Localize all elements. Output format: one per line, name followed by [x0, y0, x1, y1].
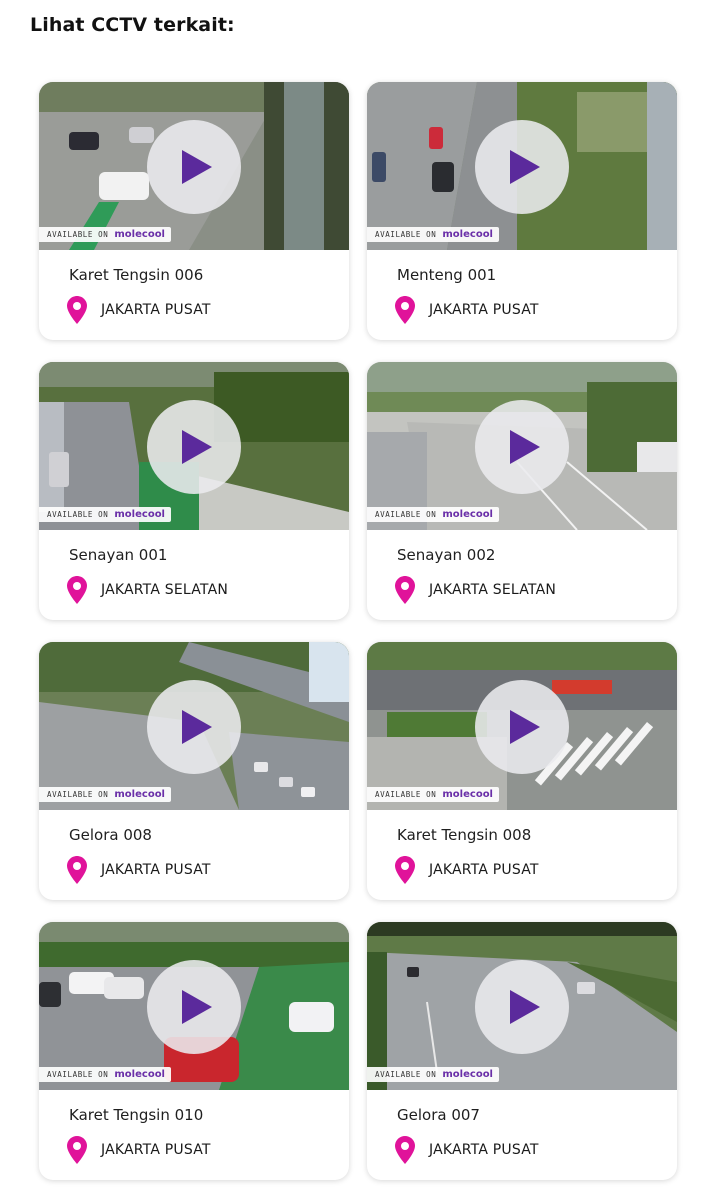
cctv-location: JAKARTA PUSAT [67, 1136, 211, 1164]
cctv-name: Menteng 001 [397, 266, 497, 284]
cctv-location-text: JAKARTA PUSAT [429, 1142, 539, 1158]
cctv-name: Karet Tengsin 006 [69, 266, 204, 284]
badge-brand-logo: molecool [442, 789, 493, 800]
play-button[interactable] [147, 960, 241, 1054]
cctv-location-text: JAKARTA PUSAT [101, 1142, 211, 1158]
cctv-name: Gelora 007 [397, 1106, 480, 1124]
cctv-thumbnail[interactable]: AVAILABLE ON molecool [367, 362, 677, 530]
platform-badge: AVAILABLE ON molecool [367, 787, 499, 802]
cctv-location: JAKARTA SELATAN [67, 576, 228, 604]
cctv-thumbnail[interactable]: AVAILABLE ON molecool [39, 362, 349, 530]
cctv-card[interactable]: AVAILABLE ON molecool Senayan 001 JAKART… [39, 362, 349, 620]
cctv-location: JAKARTA PUSAT [67, 296, 211, 324]
play-icon [182, 430, 212, 464]
cctv-location-text: JAKARTA PUSAT [101, 862, 211, 878]
play-button[interactable] [147, 120, 241, 214]
cctv-location: JAKARTA PUSAT [395, 856, 539, 884]
play-icon [182, 710, 212, 744]
play-button[interactable] [475, 400, 569, 494]
badge-brand-logo: molecool [114, 229, 165, 240]
cctv-location-text: JAKARTA SELATAN [101, 582, 229, 598]
cctv-card[interactable]: AVAILABLE ON molecool Gelora 008 JAKARTA… [39, 642, 349, 900]
cctv-thumbnail[interactable]: AVAILABLE ON molecool [39, 922, 349, 1090]
platform-badge: AVAILABLE ON molecool [39, 507, 171, 522]
cctv-card[interactable]: AVAILABLE ON molecool Karet Tengsin 006 … [39, 82, 349, 340]
location-pin-icon [395, 296, 415, 324]
badge-brand-logo: molecool [442, 1069, 493, 1080]
badge-brand-logo: molecool [114, 509, 165, 520]
cctv-location-text: JAKARTA PUSAT [429, 302, 539, 318]
cctv-card[interactable]: AVAILABLE ON molecool Menteng 001 JAKART… [367, 82, 677, 340]
platform-badge: AVAILABLE ON molecool [39, 787, 171, 802]
cctv-location-text: JAKARTA PUSAT [101, 302, 211, 318]
cctv-card[interactable]: AVAILABLE ON molecool Karet Tengsin 010 … [39, 922, 349, 1180]
section-heading: Lihat CCTV terkait: [30, 14, 235, 36]
cctv-card[interactable]: AVAILABLE ON molecool Gelora 007 JAKARTA… [367, 922, 677, 1180]
platform-badge: AVAILABLE ON molecool [367, 227, 499, 242]
location-pin-icon [395, 576, 415, 604]
cctv-location: JAKARTA PUSAT [395, 1136, 539, 1164]
badge-available-text: AVAILABLE ON [375, 790, 437, 799]
play-icon [510, 150, 540, 184]
badge-brand-logo: molecool [442, 229, 493, 240]
play-icon [510, 710, 540, 744]
cctv-location: JAKARTA PUSAT [395, 296, 539, 324]
play-button[interactable] [475, 120, 569, 214]
cctv-name: Karet Tengsin 010 [69, 1106, 204, 1124]
play-icon [182, 150, 212, 184]
cctv-name: Senayan 001 [69, 546, 168, 564]
cctv-location-text: JAKARTA PUSAT [429, 862, 539, 878]
location-pin-icon [67, 576, 87, 604]
badge-available-text: AVAILABLE ON [375, 1070, 437, 1079]
cctv-thumbnail[interactable]: AVAILABLE ON molecool [367, 922, 677, 1090]
badge-brand-logo: molecool [442, 509, 493, 520]
cctv-thumbnail[interactable]: AVAILABLE ON molecool [39, 642, 349, 810]
play-icon [510, 990, 540, 1024]
location-pin-icon [395, 856, 415, 884]
play-icon [182, 990, 212, 1024]
platform-badge: AVAILABLE ON molecool [367, 507, 499, 522]
cctv-thumbnail[interactable]: AVAILABLE ON molecool [367, 82, 677, 250]
cctv-name: Karet Tengsin 008 [397, 826, 532, 844]
location-pin-icon [67, 1136, 87, 1164]
badge-available-text: AVAILABLE ON [47, 1070, 109, 1079]
badge-available-text: AVAILABLE ON [375, 510, 437, 519]
platform-badge: AVAILABLE ON molecool [39, 1067, 171, 1082]
cctv-card[interactable]: AVAILABLE ON molecool Senayan 002 JAKART… [367, 362, 677, 620]
location-pin-icon [67, 296, 87, 324]
play-button[interactable] [147, 680, 241, 774]
cctv-location: JAKARTA SELATAN [395, 576, 556, 604]
play-button[interactable] [475, 680, 569, 774]
play-button[interactable] [475, 960, 569, 1054]
location-pin-icon [67, 856, 87, 884]
cctv-location-text: JAKARTA SELATAN [429, 582, 557, 598]
badge-brand-logo: molecool [114, 789, 165, 800]
location-pin-icon [395, 1136, 415, 1164]
badge-available-text: AVAILABLE ON [47, 510, 109, 519]
platform-badge: AVAILABLE ON molecool [39, 227, 171, 242]
badge-available-text: AVAILABLE ON [375, 230, 437, 239]
cctv-name: Gelora 008 [69, 826, 152, 844]
badge-available-text: AVAILABLE ON [47, 230, 109, 239]
cctv-location: JAKARTA PUSAT [67, 856, 211, 884]
badge-available-text: AVAILABLE ON [47, 790, 109, 799]
platform-badge: AVAILABLE ON molecool [367, 1067, 499, 1082]
cctv-grid: AVAILABLE ON molecool Karet Tengsin 006 … [39, 82, 677, 1180]
cctv-card[interactable]: AVAILABLE ON molecool Karet Tengsin 008 … [367, 642, 677, 900]
badge-brand-logo: molecool [114, 1069, 165, 1080]
cctv-name: Senayan 002 [397, 546, 496, 564]
play-button[interactable] [147, 400, 241, 494]
cctv-thumbnail[interactable]: AVAILABLE ON molecool [367, 642, 677, 810]
play-icon [510, 430, 540, 464]
cctv-thumbnail[interactable]: AVAILABLE ON molecool [39, 82, 349, 250]
